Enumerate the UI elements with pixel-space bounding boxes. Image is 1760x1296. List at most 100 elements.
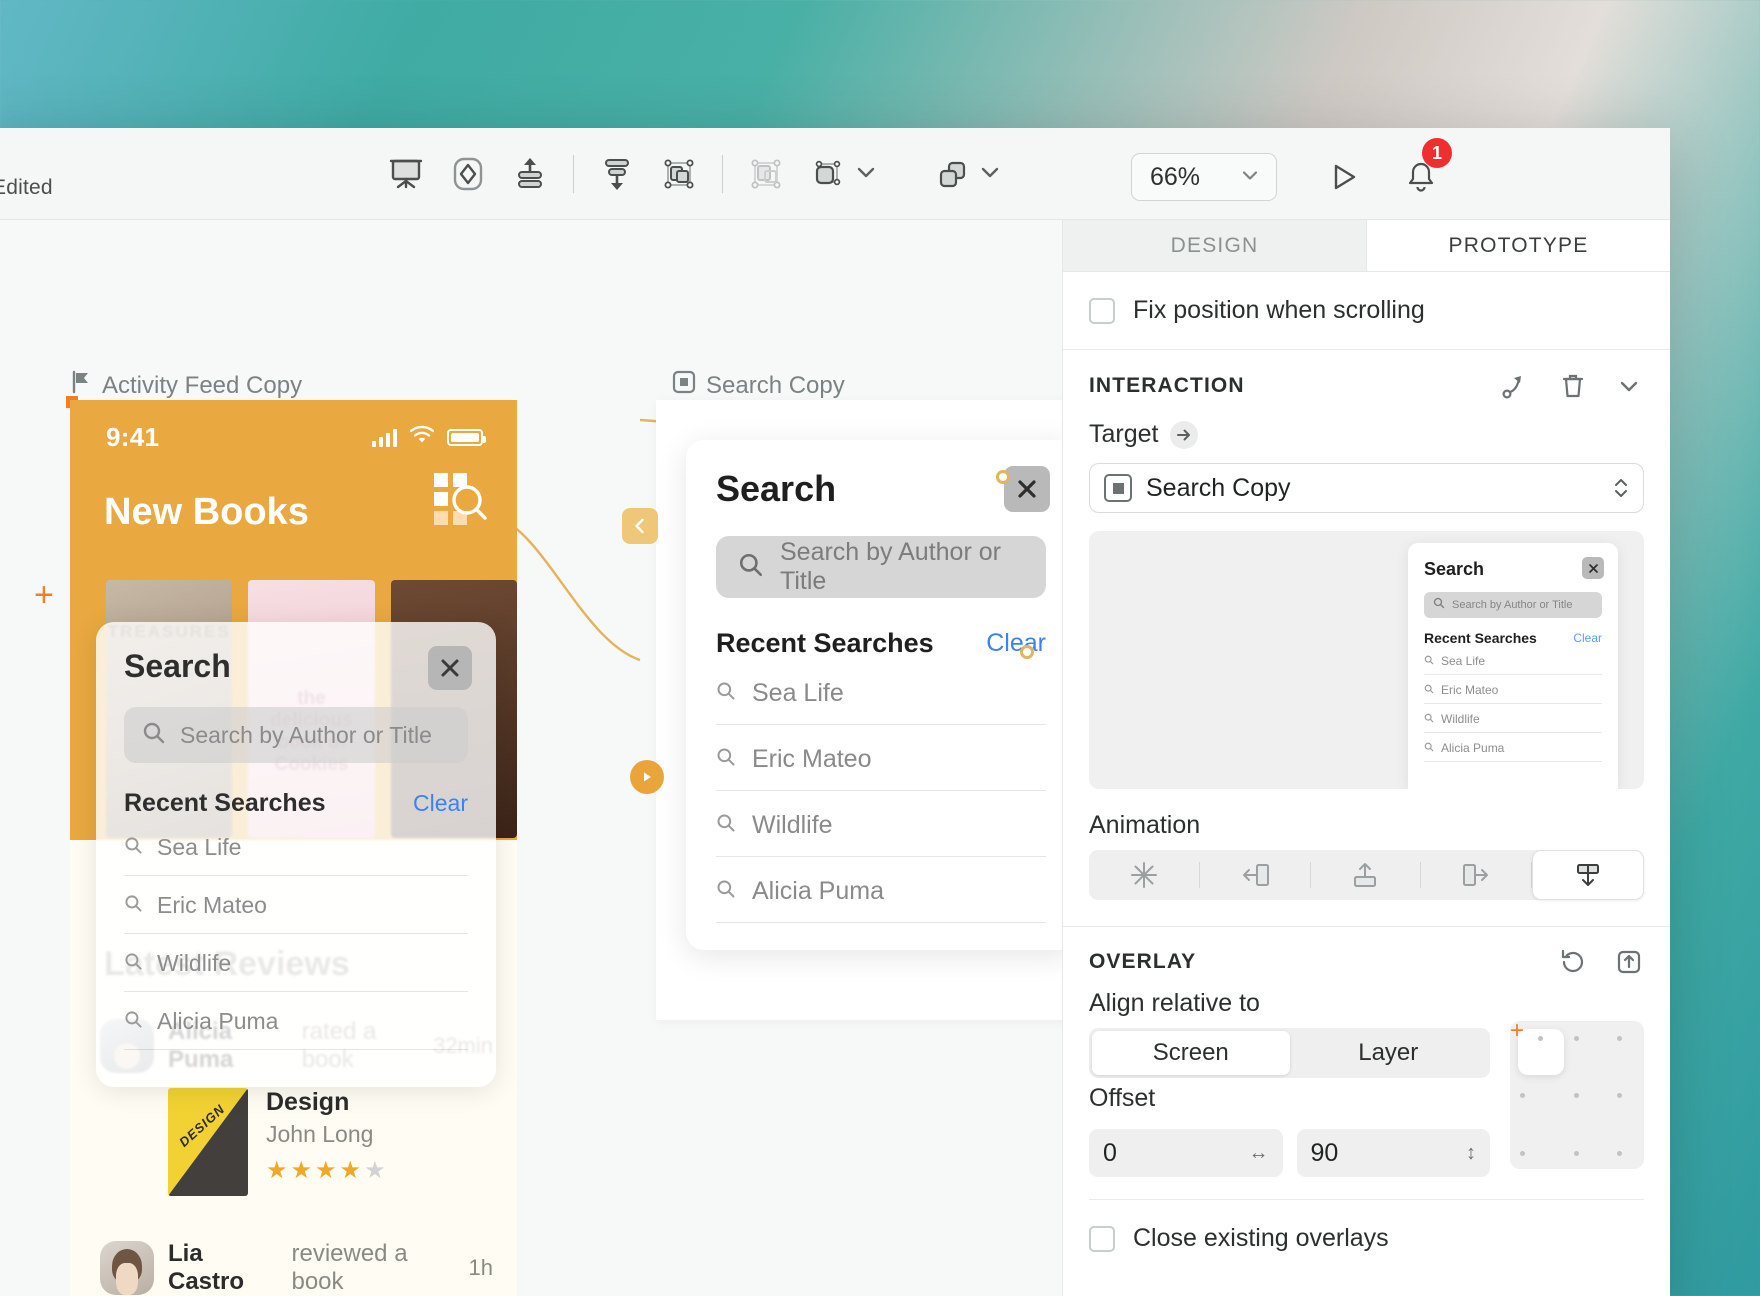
boolean-icon[interactable]: [921, 143, 983, 205]
collapse-chevron-down-icon[interactable]: [1614, 371, 1644, 401]
artboard-label-search-copy[interactable]: Search Copy: [672, 370, 845, 401]
overlay-search-card[interactable]: Search Search by Author or Title Recent …: [96, 622, 496, 1087]
align-top-icon[interactable]: [499, 143, 561, 205]
inspector-panel: DESIGN PROTOTYPE Fix position when scrol…: [1062, 220, 1670, 1296]
fix-position-row[interactable]: Fix position when scrolling: [1063, 272, 1670, 349]
overlay-search-placeholder: Search by Author or Title: [180, 722, 432, 749]
search-grid-icon[interactable]: [433, 472, 489, 528]
boolean-chevron-down-icon[interactable]: [977, 159, 1003, 190]
overlay-recent-title: Recent Searches: [124, 789, 326, 818]
symbol-icon[interactable]: [437, 143, 499, 205]
artboard-label-activity-feed[interactable]: Activity Feed Copy: [70, 370, 302, 401]
search-icon: [1424, 683, 1434, 697]
list-item[interactable]: Wildlife: [124, 934, 468, 992]
offset-y-value: 90: [1311, 1139, 1339, 1168]
search-input[interactable]: Search by Author or Title: [716, 536, 1046, 598]
toolbar: Edited: [0, 128, 1670, 220]
overlay-clear-button[interactable]: Clear: [413, 790, 468, 817]
close-existing-checkbox[interactable]: [1089, 1226, 1115, 1252]
shape-chevron-down-icon[interactable]: [853, 159, 879, 190]
feed-book-title: Design: [266, 1088, 389, 1117]
prototype-endpoint-dot[interactable]: [996, 470, 1010, 484]
artboard-icon[interactable]: [375, 143, 437, 205]
search-icon: [738, 552, 764, 583]
overlay-section-header: OVERLAY: [1063, 927, 1670, 983]
shape-icon[interactable]: [797, 143, 859, 205]
vertical-arrow-icon: ↕: [1466, 1142, 1476, 1165]
animation-slide-from-right-icon[interactable]: [1421, 850, 1531, 900]
reset-icon[interactable]: [1558, 947, 1588, 977]
list-item[interactable]: Eric Mateo: [716, 725, 1046, 791]
status-time: 9:41: [106, 422, 159, 453]
artboard-search-copy[interactable]: Search Search by Author or Title Recent …: [656, 400, 1062, 1020]
target-row: Target: [1063, 408, 1670, 459]
edited-status: Edited: [0, 176, 53, 200]
close-existing-row[interactable]: Close existing overlays: [1063, 1200, 1670, 1277]
list-item[interactable]: Alicia Puma: [716, 857, 1046, 923]
zoom-selector[interactable]: 66%: [1131, 153, 1277, 201]
animation-slide-from-left-icon[interactable]: [1200, 850, 1310, 900]
distribute-vertical-icon[interactable]: [586, 143, 648, 205]
status-icons: [372, 425, 483, 450]
interaction-actions: [1500, 370, 1644, 402]
animation-none-icon[interactable]: [1089, 850, 1199, 900]
animation-slide-from-bottom-icon[interactable]: [1311, 850, 1421, 900]
book-cover-thumb: DESIGN: [168, 1088, 248, 1196]
list-item[interactable]: Sea Life: [124, 818, 468, 876]
toolbar-divider: [573, 155, 574, 193]
list-item[interactable]: Wildlife: [716, 791, 1046, 857]
close-icon[interactable]: [1004, 466, 1050, 512]
zoom-chevron-down-icon: [1238, 163, 1262, 192]
list-item[interactable]: Sea Life: [716, 659, 1046, 725]
close-icon[interactable]: [428, 646, 472, 690]
offset-x-input[interactable]: 0 ↔: [1089, 1129, 1283, 1177]
feed-action: reviewed a book: [291, 1240, 454, 1296]
tab-design[interactable]: DESIGN: [1063, 220, 1367, 271]
preview-recent-header: Recent Searches Clear: [1424, 630, 1602, 646]
prototype-endpoint-dot[interactable]: [1020, 645, 1034, 659]
ungroup-icon[interactable]: [735, 143, 797, 205]
search-icon: [1424, 654, 1434, 668]
battery-icon: [447, 429, 483, 446]
search-icon: [716, 811, 736, 840]
search-icon: [716, 877, 736, 906]
list-item[interactable]: Alicia Puma: [124, 992, 468, 1050]
overlay-recent-header: Recent Searches Clear: [124, 789, 468, 818]
target-stepper-icon[interactable]: [1611, 475, 1631, 501]
toolbar-icon-group: [375, 128, 1003, 220]
avatar: [100, 1241, 154, 1295]
align-option-layer[interactable]: Layer: [1290, 1031, 1488, 1075]
export-icon[interactable]: [1614, 947, 1644, 977]
preview-play-button[interactable]: [1320, 154, 1366, 200]
overlay-align-grid[interactable]: +: [1510, 1021, 1644, 1169]
canvas[interactable]: Activity Feed Copy + 9:41 New Books: [0, 220, 1062, 1296]
align-option-screen[interactable]: Screen: [1092, 1031, 1290, 1075]
fix-position-checkbox[interactable]: [1089, 298, 1115, 324]
prototype-play-node[interactable]: [630, 760, 664, 794]
animation-slide-from-top-icon[interactable]: [1532, 850, 1644, 900]
search-icon: [124, 1008, 143, 1035]
offset-x-value: 0: [1103, 1139, 1117, 1168]
search-placeholder: Search by Author or Title: [780, 538, 1024, 596]
clear-button[interactable]: Clear: [986, 629, 1046, 658]
interaction-section-header: INTERACTION: [1063, 350, 1670, 408]
horizontal-arrow-icon: ↔: [1249, 1142, 1269, 1165]
search-card: Search Search by Author or Title Recent …: [686, 440, 1062, 950]
preview-search-input: Search by Author or Title: [1424, 592, 1602, 618]
feed-item[interactable]: Lia Castro reviewed a book 1h ERIC MATEO…: [70, 1196, 517, 1296]
list-item[interactable]: Eric Mateo: [124, 876, 468, 934]
prototype-back-link-button[interactable]: [622, 508, 658, 544]
recent-title: Recent Searches: [716, 628, 934, 659]
feed-timestamp: 1h: [469, 1255, 493, 1281]
target-select[interactable]: Search Copy: [1089, 463, 1644, 513]
delete-interaction-icon[interactable]: [1558, 371, 1588, 401]
wifi-icon: [409, 425, 435, 450]
tab-prototype[interactable]: PROTOTYPE: [1367, 220, 1670, 271]
group-icon[interactable]: [648, 143, 710, 205]
target-goto-icon[interactable]: [1170, 421, 1198, 449]
target-value: Search Copy: [1146, 474, 1291, 503]
cellular-signal-icon: [372, 429, 397, 447]
add-interaction-icon[interactable]: [1500, 370, 1532, 402]
offset-y-input[interactable]: 90 ↕: [1297, 1129, 1491, 1177]
overlay-search-input[interactable]: Search by Author or Title: [124, 707, 468, 763]
